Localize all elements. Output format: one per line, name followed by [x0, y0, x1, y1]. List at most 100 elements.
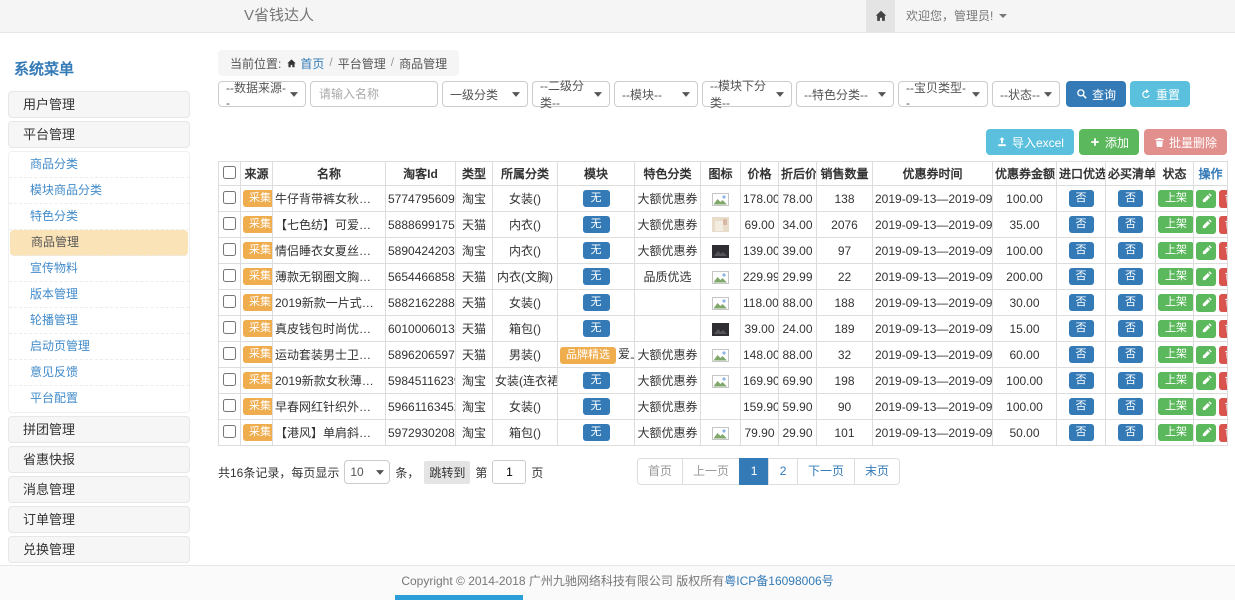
per-page-select[interactable]: 10 [344, 460, 390, 484]
must-buy-toggle[interactable]: 否 [1118, 268, 1143, 285]
status-button[interactable]: 上架 [1158, 242, 1194, 259]
import-select-toggle[interactable]: 否 [1069, 320, 1094, 337]
row-checkbox[interactable] [223, 347, 236, 360]
sidebar-section[interactable]: 消息管理 [8, 476, 190, 503]
page-number-input[interactable] [492, 460, 526, 484]
pager-button[interactable]: 首页 [637, 458, 683, 485]
sidebar-item[interactable]: 商品管理 [10, 230, 188, 256]
edit-button[interactable] [1196, 346, 1216, 364]
delete-button[interactable] [1219, 398, 1228, 416]
edit-button[interactable] [1196, 190, 1216, 208]
must-buy-toggle[interactable]: 否 [1118, 398, 1143, 415]
status-button[interactable]: 上架 [1158, 424, 1194, 441]
row-checkbox[interactable] [223, 373, 236, 386]
user-menu[interactable]: 欢迎您，管理员! [906, 0, 1007, 32]
status-button[interactable]: 上架 [1158, 294, 1194, 311]
row-checkbox[interactable] [223, 191, 236, 204]
sidebar-section[interactable]: 用户管理 [8, 91, 190, 118]
row-checkbox[interactable] [223, 269, 236, 282]
pager-button[interactable]: 上一页 [682, 458, 740, 485]
filter-level1-category[interactable]: 一级分类 [442, 81, 528, 107]
status-button[interactable]: 上架 [1158, 268, 1194, 285]
delete-button[interactable] [1219, 242, 1228, 260]
import-select-toggle[interactable]: 否 [1069, 242, 1094, 259]
filter-level2-category[interactable]: --二级分类-- [532, 81, 610, 107]
row-checkbox[interactable] [223, 321, 236, 334]
must-buy-toggle[interactable]: 否 [1118, 424, 1143, 441]
filter-item-type[interactable]: --宝贝类型-- [898, 81, 988, 107]
breadcrumb-home-link[interactable]: 首页 [286, 55, 324, 72]
edit-button[interactable] [1196, 294, 1216, 312]
import-select-toggle[interactable]: 否 [1069, 216, 1094, 233]
sidebar-item[interactable]: 意见反馈 [9, 360, 189, 386]
sidebar-section[interactable]: 拼团管理 [8, 416, 190, 443]
sidebar-section[interactable]: 平台管理 [8, 121, 190, 148]
row-checkbox[interactable] [223, 295, 236, 308]
home-button[interactable] [866, 0, 895, 32]
sidebar-section[interactable]: 订单管理 [8, 506, 190, 533]
edit-button[interactable] [1196, 398, 1216, 416]
filter-data-source[interactable]: --数据来源-- [218, 81, 306, 107]
sidebar-section[interactable]: 兑换管理 [8, 536, 190, 563]
import-select-toggle[interactable]: 否 [1069, 398, 1094, 415]
edit-button[interactable] [1196, 424, 1216, 442]
must-buy-toggle[interactable]: 否 [1118, 242, 1143, 259]
import-select-toggle[interactable]: 否 [1069, 190, 1094, 207]
delete-button[interactable] [1219, 216, 1228, 234]
delete-button[interactable] [1219, 424, 1228, 442]
sidebar-item[interactable]: 模块商品分类 [9, 178, 189, 204]
import-select-toggle[interactable]: 否 [1069, 346, 1094, 363]
sidebar-item[interactable]: 轮播管理 [9, 308, 189, 334]
row-checkbox[interactable] [223, 399, 236, 412]
status-button[interactable]: 上架 [1158, 372, 1194, 389]
delete-button[interactable] [1219, 372, 1228, 390]
sidebar-item[interactable]: 平台配置 [9, 386, 189, 412]
breadcrumb-item[interactable]: 商品管理 [399, 55, 447, 72]
pager-button[interactable]: 末页 [854, 458, 900, 485]
delete-button[interactable] [1219, 190, 1228, 208]
must-buy-toggle[interactable]: 否 [1118, 320, 1143, 337]
status-button[interactable]: 上架 [1158, 216, 1194, 233]
status-button[interactable]: 上架 [1158, 190, 1194, 207]
import-excel-button[interactable]: 导入excel [986, 129, 1074, 155]
edit-button[interactable] [1196, 372, 1216, 390]
filter-status[interactable]: --状态-- [992, 81, 1060, 107]
filter-module[interactable]: --模块-- [614, 81, 698, 107]
must-buy-toggle[interactable]: 否 [1118, 216, 1143, 233]
filter-module-subcategory[interactable]: --模块下分类-- [702, 81, 792, 107]
pager-button[interactable]: 2 [768, 458, 798, 485]
pager-button[interactable]: 下一页 [797, 458, 855, 485]
delete-button[interactable] [1219, 346, 1228, 364]
breadcrumb-item[interactable]: 平台管理 [338, 55, 386, 72]
import-select-toggle[interactable]: 否 [1069, 372, 1094, 389]
select-all-checkbox[interactable] [223, 166, 236, 179]
sidebar-item[interactable]: 特色分类 [9, 204, 189, 230]
sidebar-item[interactable]: 版本管理 [9, 282, 189, 308]
edit-button[interactable] [1196, 216, 1216, 234]
row-checkbox[interactable] [223, 217, 236, 230]
delete-button[interactable] [1219, 268, 1228, 286]
must-buy-toggle[interactable]: 否 [1118, 346, 1143, 363]
row-checkbox[interactable] [223, 425, 236, 438]
must-buy-toggle[interactable]: 否 [1118, 190, 1143, 207]
import-select-toggle[interactable]: 否 [1069, 268, 1094, 285]
pager-button[interactable]: 1 [739, 458, 769, 485]
row-checkbox[interactable] [223, 243, 236, 256]
sidebar-item[interactable]: 宣传物料 [9, 256, 189, 282]
batch-delete-button[interactable]: 批量删除 [1144, 129, 1227, 155]
must-buy-toggle[interactable]: 否 [1118, 294, 1143, 311]
status-button[interactable]: 上架 [1158, 320, 1194, 337]
sidebar-item[interactable]: 商品分类 [9, 152, 189, 178]
delete-button[interactable] [1219, 320, 1228, 338]
status-button[interactable]: 上架 [1158, 346, 1194, 363]
sidebar-item[interactable]: 启动页管理 [9, 334, 189, 360]
edit-button[interactable] [1196, 268, 1216, 286]
reset-button[interactable]: 重置 [1130, 81, 1190, 107]
sidebar-section[interactable]: 省惠快报 [8, 446, 190, 473]
must-buy-toggle[interactable]: 否 [1118, 372, 1143, 389]
name-search-input[interactable] [310, 81, 438, 107]
jump-to-label[interactable]: 跳转到 [424, 461, 470, 484]
search-button[interactable]: 查询 [1066, 81, 1126, 107]
edit-button[interactable] [1196, 242, 1216, 260]
import-select-toggle[interactable]: 否 [1069, 294, 1094, 311]
